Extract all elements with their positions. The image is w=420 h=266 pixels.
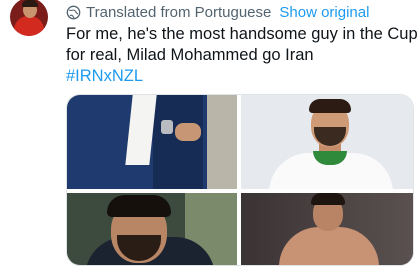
media-grid — [66, 94, 414, 266]
photo-3[interactable] — [67, 193, 237, 265]
photo-1[interactable] — [67, 95, 237, 189]
tweet-text-line-1: For me, he's the most handsome guy in th… — [66, 25, 418, 43]
avatar-hair — [22, 0, 38, 7]
hair — [311, 193, 345, 205]
tweet-text-line-2: for real, Milad Mohammed go Iran — [66, 46, 314, 64]
user-avatar[interactable] — [10, 0, 48, 36]
hair — [107, 195, 171, 217]
avatar-shirt — [14, 16, 44, 36]
background-plant — [207, 95, 237, 189]
photo-4[interactable] — [241, 193, 413, 265]
suit-sleeve — [153, 95, 203, 189]
tweet-text: For me, he's the most handsome guy in th… — [66, 24, 418, 87]
hashtag-link[interactable]: #IRNxNZL — [66, 66, 414, 87]
globe-icon — [66, 5, 81, 19]
photo-2[interactable] — [241, 95, 413, 189]
hand — [175, 123, 201, 141]
watch — [161, 120, 173, 134]
translation-notice: Translated from Portuguese Show original — [66, 3, 369, 21]
hair — [309, 99, 351, 113]
show-original-link[interactable]: Show original — [279, 4, 369, 21]
translated-label: Translated from Portuguese — [86, 3, 272, 21]
